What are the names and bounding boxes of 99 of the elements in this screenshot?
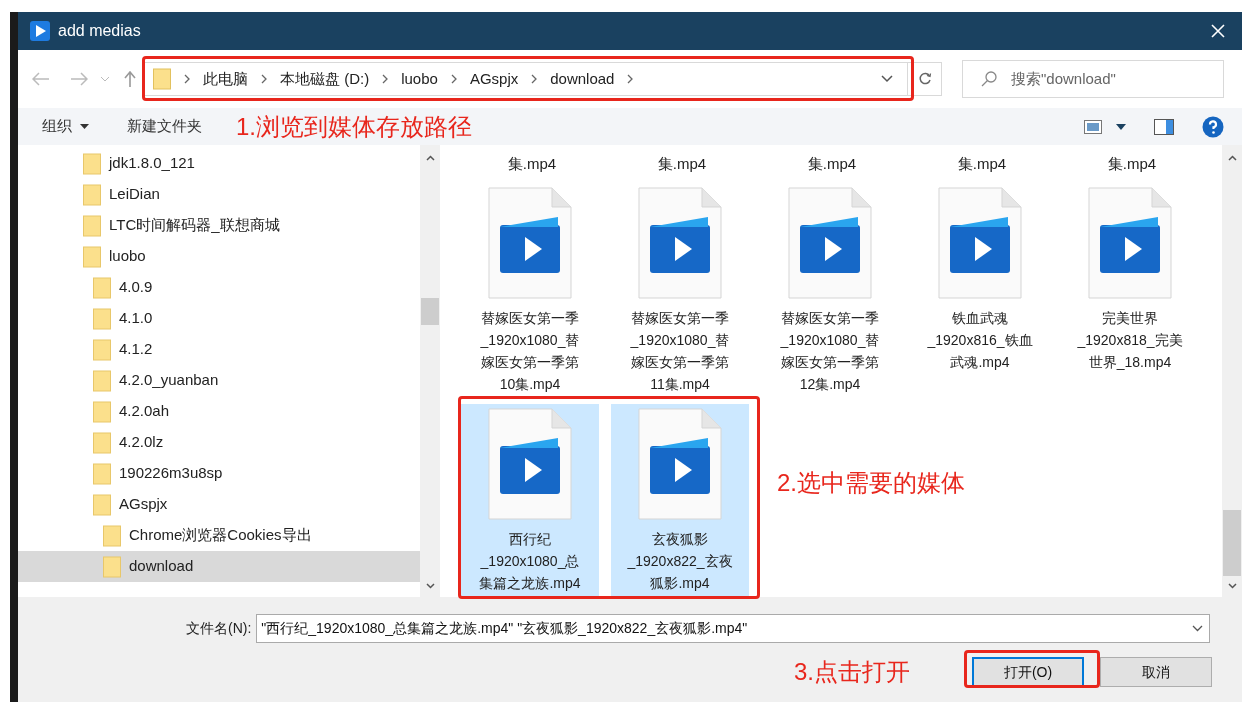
- folder-icon: [93, 276, 111, 299]
- tree-item[interactable]: 190226m3u8sp: [18, 458, 420, 489]
- folder-icon: [93, 307, 111, 330]
- video-file-icon: [488, 187, 572, 299]
- folder-icon: [93, 369, 111, 392]
- tree-item[interactable]: Chrome浏览器Cookies导出: [18, 520, 420, 551]
- tree-item[interactable]: LTC时间解码器_联想商城: [18, 210, 420, 241]
- filename-field[interactable]: "西行纪_1920x1080_总集篇之龙族.mp4" "玄夜狐影_1920x822_玄夜狐影.mp4": [256, 614, 1211, 643]
- tree-item[interactable]: download: [18, 551, 420, 582]
- file-item[interactable]: 替嫁医女第一季 _1920x1080_替 嫁医女第一季第 11集.mp4: [611, 183, 749, 398]
- refresh-icon: [917, 72, 932, 86]
- tree-item[interactable]: 4.2.0_yuanban: [18, 365, 420, 396]
- tree-item[interactable]: 4.0.9: [18, 272, 420, 303]
- folder-icon: [83, 214, 101, 237]
- tree-item[interactable]: luobo: [18, 241, 420, 272]
- organize-menu[interactable]: 组织: [42, 115, 89, 138]
- breadcrumb[interactable]: 本地磁盘 (D:): [280, 67, 370, 91]
- annotation-text: 3.点击打开: [794, 657, 911, 687]
- file-item[interactable]: 替嫁医女第一季 _1920x1080_替 嫁医女第一季第 10集.mp4: [461, 183, 599, 398]
- view-icon[interactable]: [1084, 119, 1102, 134]
- tree-item[interactable]: 4.1.2: [18, 334, 420, 365]
- video-file-icon: [788, 187, 872, 299]
- scrollbar[interactable]: [1222, 145, 1242, 597]
- scrollbar[interactable]: [420, 145, 440, 597]
- file-name: 铁血武魂 _1920x816_铁血 武魂.mp4: [927, 309, 1033, 372]
- address-bar[interactable]: 此电脑 本地磁盘 (D:) luobo AGspjx download: [144, 62, 908, 96]
- chevron-right-icon: [531, 74, 538, 84]
- video-file-icon: [638, 408, 722, 520]
- file-name: 集.mp4: [1107, 154, 1157, 172]
- file-item[interactable]: 西行纪 _1920x1080_总 集篇之龙族.mp4: [461, 404, 599, 597]
- folder-icon: [83, 245, 101, 268]
- folder-icon: [93, 400, 111, 423]
- file-item[interactable]: 完美世界 _1920x818_完美 世界_18.mp4: [1061, 183, 1199, 398]
- scrollbar-thumb[interactable]: [421, 298, 439, 325]
- file-name: 替嫁医女第一季 _1920x1080_替 嫁医女第一季第 10集.mp4: [480, 309, 580, 394]
- dropdown-icon: [80, 124, 89, 129]
- chevron-right-icon[interactable]: [627, 74, 634, 84]
- tree-item[interactable]: AGspjx: [18, 489, 420, 520]
- folder-icon: [103, 555, 121, 578]
- preview-pane-icon[interactable]: [1154, 118, 1174, 135]
- video-file-icon: [488, 408, 572, 520]
- new-folder-button[interactable]: 新建文件夹: [127, 115, 202, 138]
- chevron-down-icon[interactable]: [881, 75, 893, 83]
- folder-icon: [93, 493, 111, 516]
- file-name: 玄夜狐影 _1920x822_玄夜 狐影.mp4: [627, 530, 733, 593]
- file-name: 集.mp4: [807, 154, 857, 172]
- file-name: 集.mp4: [957, 154, 1007, 172]
- file-name: 替嫁医女第一季 _1920x1080_替 嫁医女第一季第 11集.mp4: [630, 309, 730, 394]
- filename-label: 文件名(N):: [186, 619, 252, 638]
- breadcrumb[interactable]: luobo: [401, 67, 438, 91]
- open-button[interactable]: 打开(O): [972, 657, 1084, 687]
- annotation-text: 2.选中需要的媒体: [777, 468, 965, 498]
- scroll-down-icon[interactable]: [426, 583, 435, 589]
- breadcrumb[interactable]: AGspjx: [469, 67, 519, 91]
- dropdown-icon[interactable]: [1116, 123, 1126, 130]
- video-file-icon: [1088, 187, 1172, 299]
- folder-icon: [83, 183, 101, 206]
- scroll-up-icon[interactable]: [426, 155, 435, 161]
- chevron-down-icon[interactable]: [1192, 625, 1204, 632]
- folder-icon: [153, 68, 171, 90]
- chevron-right-icon: [450, 74, 457, 84]
- file-name: 集.mp4: [507, 154, 557, 172]
- folder-icon: [93, 462, 111, 485]
- tree-item[interactable]: 4.2.0lz: [18, 427, 420, 458]
- chevron-right-icon: [261, 74, 267, 84]
- file-item[interactable]: 玄夜狐影 _1920x822_玄夜 狐影.mp4: [611, 404, 749, 597]
- tree-item[interactable]: jdk1.8.0_121: [18, 148, 420, 179]
- video-file-icon: [938, 187, 1022, 299]
- file-name: 西行纪 _1920x1080_总 集篇之龙族.mp4: [479, 530, 581, 593]
- search-field[interactable]: 搜索"download": [962, 60, 1224, 98]
- file-name: 替嫁医女第一季 _1920x1080_替 嫁医女第一季第 12集.mp4: [780, 309, 880, 394]
- file-item[interactable]: 替嫁医女第一季 _1920x1080_替 嫁医女第一季第 12集.mp4: [761, 183, 899, 398]
- folder-icon: [93, 338, 111, 361]
- app-play-icon: [30, 21, 50, 41]
- file-name: 集.mp4: [657, 154, 707, 172]
- close-icon[interactable]: [1210, 23, 1226, 39]
- folder-icon: [103, 524, 121, 547]
- folder-icon: [93, 431, 111, 454]
- chevron-right-icon: [382, 74, 389, 84]
- scrollbar-thumb[interactable]: [1223, 510, 1241, 576]
- tree-item[interactable]: 4.2.0ah: [18, 396, 420, 427]
- cancel-button[interactable]: 取消: [1100, 657, 1212, 687]
- breadcrumb[interactable]: 此电脑: [203, 67, 248, 91]
- refresh-button[interactable]: [908, 62, 942, 96]
- up-arrow-icon[interactable]: [124, 71, 136, 87]
- tree-item[interactable]: 4.1.0: [18, 303, 420, 334]
- scroll-up-icon[interactable]: [1228, 155, 1237, 161]
- breadcrumb[interactable]: download: [550, 67, 615, 91]
- folder-icon: [83, 152, 101, 175]
- video-file-icon: [638, 187, 722, 299]
- tree-item[interactable]: LeiDian: [18, 179, 420, 210]
- scroll-down-icon[interactable]: [1228, 583, 1237, 589]
- help-icon[interactable]: [1202, 115, 1224, 138]
- annotation-text: 1.浏览到媒体存放路径: [236, 111, 472, 142]
- window-title: add medias: [58, 21, 141, 41]
- chevron-right-icon: [184, 74, 190, 84]
- search-icon: [981, 71, 997, 87]
- file-item[interactable]: 铁血武魂 _1920x816_铁血 武魂.mp4: [911, 183, 1049, 398]
- file-name: 完美世界 _1920x818_完美 世界_18.mp4: [1077, 309, 1183, 372]
